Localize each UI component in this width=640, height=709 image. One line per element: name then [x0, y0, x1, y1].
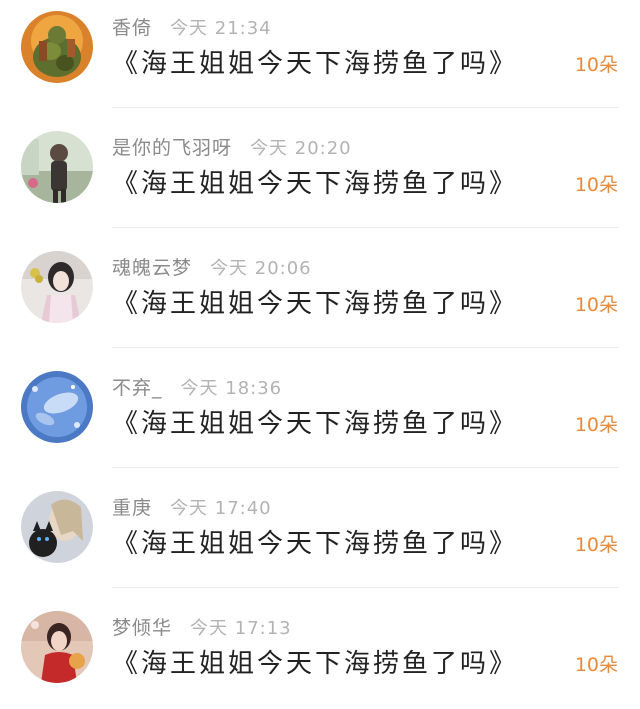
timestamp: 今天 18:36 — [180, 378, 283, 399]
divider — [112, 227, 618, 228]
book-title[interactable]: 《海王姐姐今天下海捞鱼了吗》 — [112, 644, 518, 684]
divider — [112, 107, 618, 108]
item-meta: 不弃_ 今天 18:36 — [112, 374, 282, 402]
avatar[interactable] — [21, 371, 93, 443]
list-item[interactable]: 魂魄云梦 今天 20:06 《海王姐姐今天下海捞鱼了吗》 10朵 — [0, 240, 640, 360]
timestamp: 今天 17:13 — [190, 618, 292, 639]
avatar[interactable] — [21, 11, 93, 83]
avatar-warrior-image — [21, 11, 93, 83]
nickname[interactable]: 是你的飞羽呀 — [112, 137, 232, 159]
list-item[interactable]: 是你的飞羽呀 今天 20:20 《海王姐姐今天下海捞鱼了吗》 10朵 — [0, 120, 640, 240]
avatar-blue-fish-image — [21, 371, 93, 443]
avatar-person-image — [21, 131, 93, 203]
item-meta: 重庚 今天 17:40 — [112, 494, 272, 522]
list-item[interactable]: 重庚 今天 17:40 《海王姐姐今天下海捞鱼了吗》 10朵 — [0, 480, 640, 600]
item-meta: 梦倾华 今天 17:13 — [112, 614, 292, 642]
book-title[interactable]: 《海王姐姐今天下海捞鱼了吗》 — [112, 404, 518, 444]
timestamp: 今天 20:20 — [250, 138, 352, 159]
book-title[interactable]: 《海王姐姐今天下海捞鱼了吗》 — [112, 284, 518, 324]
book-title[interactable]: 《海王姐姐今天下海捞鱼了吗》 — [112, 524, 518, 564]
avatar-anime-girl-image — [21, 251, 93, 323]
item-meta: 魂魄云梦 今天 20:06 — [112, 254, 312, 282]
gift-count: 10朵 — [574, 654, 618, 676]
item-meta: 是你的飞羽呀 今天 20:20 — [112, 134, 352, 162]
list-item[interactable]: 香倚 今天 21:34 《海王姐姐今天下海捞鱼了吗》 10朵 — [0, 0, 640, 120]
nickname[interactable]: 不弃_ — [112, 377, 163, 399]
avatar[interactable] — [21, 611, 93, 683]
nickname[interactable]: 重庚 — [112, 497, 152, 519]
avatar-woman-red-dress-image — [21, 611, 93, 683]
nickname[interactable]: 魂魄云梦 — [112, 257, 192, 279]
timestamp: 今天 20:06 — [210, 258, 312, 279]
gift-count: 10朵 — [574, 534, 618, 556]
list-item[interactable]: 不弃_ 今天 18:36 《海王姐姐今天下海捞鱼了吗》 10朵 — [0, 360, 640, 480]
avatar[interactable] — [21, 251, 93, 323]
gift-count: 10朵 — [574, 54, 618, 76]
avatar[interactable] — [21, 131, 93, 203]
avatar[interactable] — [21, 491, 93, 563]
list-item[interactable]: 梦倾华 今天 17:13 《海王姐姐今天下海捞鱼了吗》 10朵 — [0, 600, 640, 709]
gift-count: 10朵 — [574, 174, 618, 196]
timestamp: 今天 21:34 — [170, 18, 272, 39]
timestamp: 今天 17:40 — [170, 498, 272, 519]
nickname[interactable]: 梦倾华 — [112, 617, 172, 639]
divider — [112, 467, 618, 468]
gift-count: 10朵 — [574, 414, 618, 436]
item-meta: 香倚 今天 21:34 — [112, 14, 272, 42]
book-title[interactable]: 《海王姐姐今天下海捞鱼了吗》 — [112, 164, 518, 204]
avatar-woman-with-cat-image — [21, 491, 93, 563]
divider — [112, 347, 618, 348]
nickname[interactable]: 香倚 — [112, 17, 152, 39]
gift-count: 10朵 — [574, 294, 618, 316]
gift-record-list: 香倚 今天 21:34 《海王姐姐今天下海捞鱼了吗》 10朵 是你的飞羽呀 今天 2… — [0, 0, 640, 709]
divider — [112, 587, 618, 588]
book-title[interactable]: 《海王姐姐今天下海捞鱼了吗》 — [112, 44, 518, 84]
